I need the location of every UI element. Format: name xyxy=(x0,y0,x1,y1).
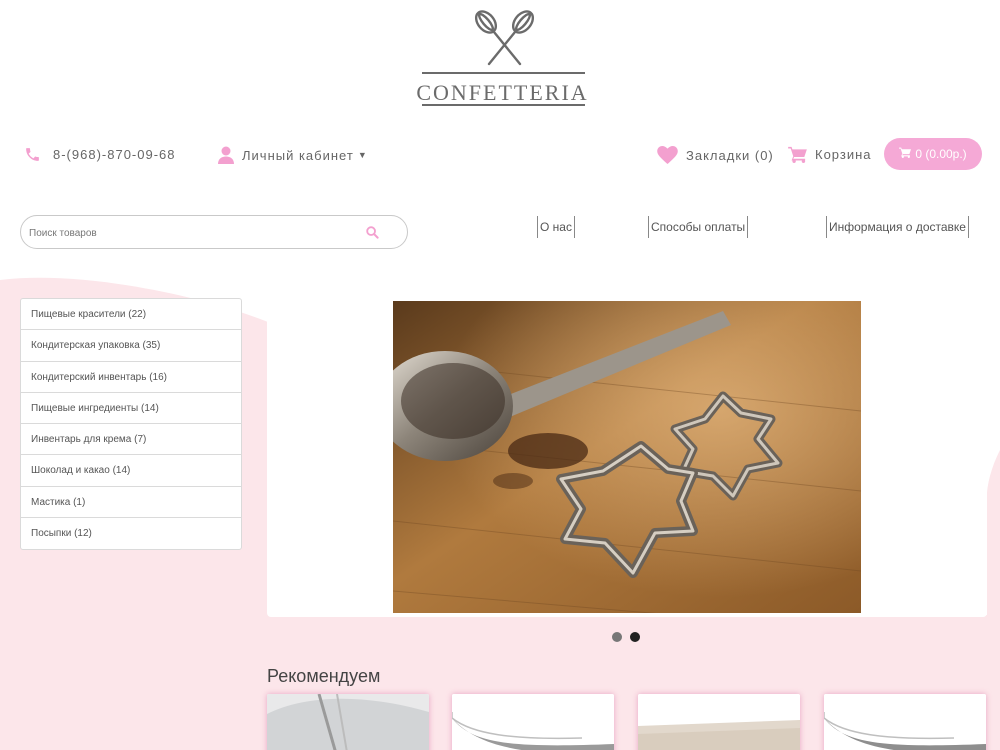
slider-pagination xyxy=(612,632,640,642)
account-dropdown[interactable]: Личный кабинет ▼ xyxy=(218,146,368,164)
account-label: Личный кабинет xyxy=(242,147,354,163)
category-item[interactable]: Инвентарь для крема (7) xyxy=(21,424,241,456)
category-item[interactable]: Кондитерский инвентарь (16) xyxy=(21,362,241,393)
category-menu: Пищевые красители (22) Кондитерская упак… xyxy=(20,298,242,551)
product-image xyxy=(452,694,614,750)
payment-methods-link[interactable]: Способы оплаты xyxy=(648,216,749,238)
product-card[interactable] xyxy=(267,694,429,750)
category-item[interactable]: Пищевые красители (22) xyxy=(21,299,241,331)
phone-icon xyxy=(24,146,41,163)
heart-icon xyxy=(657,146,678,164)
category-item[interactable]: Кондитерская упаковка (35) xyxy=(21,330,241,362)
info-links: О нас Способы оплаты Информация о достав… xyxy=(0,216,1000,238)
product-image xyxy=(638,694,800,750)
cart-icon xyxy=(899,147,912,161)
category-item[interactable]: Мастика (1) xyxy=(21,487,241,519)
logo-top-line xyxy=(422,72,585,74)
category-item[interactable]: Пищевые ингредиенты (14) xyxy=(21,393,241,425)
crossed-whisks-icon xyxy=(474,10,535,66)
product-image xyxy=(824,694,986,750)
cart-link[interactable]: Корзина xyxy=(788,146,872,163)
slider-dot-active[interactable] xyxy=(630,632,640,642)
logo-bottom-line xyxy=(422,104,585,106)
bookmarks-label: Закладки (0) xyxy=(686,147,774,163)
logo[interactable]: CONFETTERIA xyxy=(410,6,595,110)
hero-slider[interactable] xyxy=(267,297,987,617)
slide-image xyxy=(393,301,861,613)
cart-total-button[interactable]: 0 (0.00р.) xyxy=(884,138,982,170)
about-link[interactable]: О нас xyxy=(537,216,575,238)
phone-link[interactable]: 8-(968)-870-09-68 xyxy=(24,146,176,163)
logo-wordmark: CONFETTERIA xyxy=(416,80,589,105)
user-icon xyxy=(218,146,234,164)
slider-dot[interactable] xyxy=(612,632,622,642)
delivery-info-link[interactable]: Информация о доставке xyxy=(826,216,969,238)
product-card[interactable] xyxy=(824,694,986,750)
caret-down-icon: ▼ xyxy=(357,150,368,160)
cart-total: 0 (0.00р.) xyxy=(915,147,967,161)
category-item[interactable]: Посыпки (12) xyxy=(21,518,241,549)
cart-label: Корзина xyxy=(815,147,872,162)
bookmarks-link[interactable]: Закладки (0) xyxy=(657,146,774,164)
product-card[interactable] xyxy=(638,694,800,750)
phone-number: 8-(968)-870-09-68 xyxy=(53,147,176,162)
shopping-cart-icon xyxy=(788,146,807,163)
recommended-title: Рекомендуем xyxy=(267,666,381,686)
product-card[interactable] xyxy=(452,694,614,750)
category-item[interactable]: Шоколад и какао (14) xyxy=(21,455,241,487)
product-image xyxy=(267,694,429,750)
top-bar: 8-(968)-870-09-68 Личный кабинет ▼ Закла… xyxy=(0,138,1000,178)
